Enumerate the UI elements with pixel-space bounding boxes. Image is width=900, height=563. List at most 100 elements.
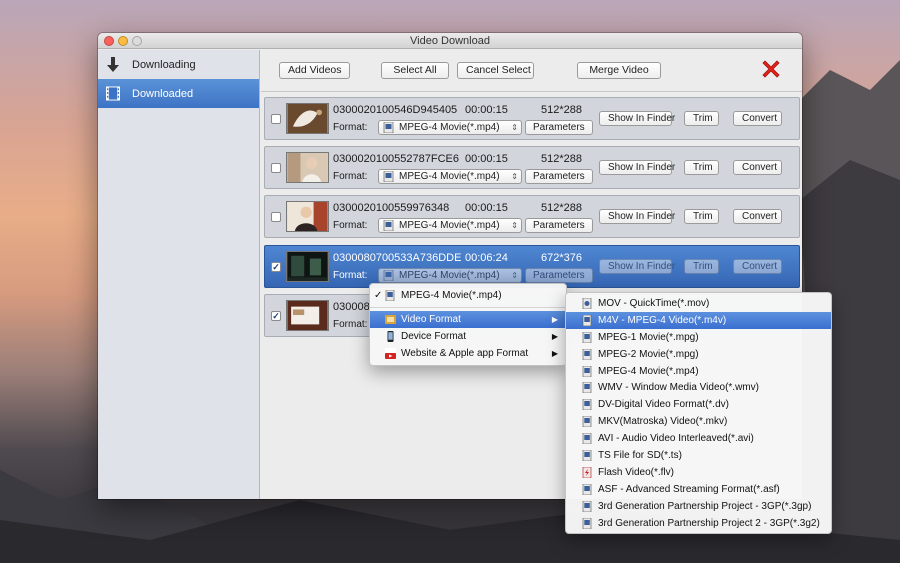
row-checkbox[interactable] [271, 212, 281, 222]
format-select[interactable]: MPEG-4 Movie(*.mp4) ⇕ [378, 120, 522, 135]
toolbar: Add Videos Select All Cancel Select Merg… [261, 50, 802, 92]
parameters-button[interactable]: Parameters [525, 169, 593, 184]
convert-button[interactable]: Convert [733, 259, 782, 274]
parameters-button[interactable]: Parameters [525, 120, 593, 135]
sidebar-item-label: Downloading [132, 58, 196, 71]
show-in-finder-button[interactable]: Show In Finder [599, 209, 675, 224]
menu-item-mpeg4[interactable]: ✓ MPEG-4 Movie(*.mp4) [370, 287, 566, 304]
submenu-item-3g2[interactable]: 3rd Generation Partnership Project 2 - 3… [566, 515, 831, 532]
asf-file-icon [582, 483, 592, 495]
mp4-file-icon [383, 270, 394, 281]
3g2-file-icon [582, 517, 592, 529]
video-row-selected[interactable]: ✓ 0300080700533A736DDE 00:06:24 672*376 Fo… [264, 245, 800, 288]
mp4-file-icon [383, 171, 394, 182]
video-info: 0300020100552787FCE6 00:00:15 512*288 [333, 153, 582, 165]
wmv-file-icon [582, 382, 592, 394]
submenu-arrow-icon: ▶ [551, 332, 558, 341]
window-controls [104, 36, 142, 46]
submenu-item-mkv[interactable]: MKV(Matroska) Video(*.mkv) [566, 413, 831, 430]
updown-arrow-icon: ⇕ [511, 172, 518, 181]
trim-button[interactable]: Trim [684, 209, 719, 224]
show-in-finder-button[interactable]: Show In Finder [599, 160, 675, 175]
3gp-file-icon [582, 500, 592, 512]
film-icon [106, 86, 120, 102]
zoom-window-button[interactable] [132, 36, 142, 46]
row-checkbox[interactable] [271, 163, 281, 173]
menu-item-website-format[interactable]: Website & Apple app Format ▶ [370, 345, 566, 362]
sidebar: Downloading Downloaded [98, 50, 260, 499]
ts-file-icon [582, 450, 592, 462]
convert-button[interactable]: Convert [733, 111, 782, 126]
submenu-item-wmv[interactable]: WMV - Window Media Video(*.wmv) [566, 379, 831, 396]
mp4-file-icon [383, 122, 394, 133]
trim-button[interactable]: Trim [684, 259, 719, 274]
video-row[interactable]: 0300020100559976348 00:00:15 512*288 Forma… [264, 195, 800, 238]
format-select[interactable]: MPEG-4 Movie(*.mp4) ⇕ [378, 268, 522, 283]
close-window-button[interactable] [104, 36, 114, 46]
trim-button[interactable]: Trim [684, 160, 719, 175]
menu-item-video-format[interactable]: Video Format ▶ [370, 311, 566, 328]
submenu-item-dv[interactable]: DV-Digital Video Format(*.dv) [566, 396, 831, 413]
video-thumbnail [286, 152, 329, 183]
phone-icon [387, 331, 394, 342]
red-x-icon[interactable] [760, 58, 782, 80]
submenu-item-flv[interactable]: Flash Video(*.flv) [566, 464, 831, 481]
updown-arrow-icon: ⇕ [511, 221, 518, 230]
format-label: Format: [333, 220, 368, 231]
mp4-file-icon [383, 220, 394, 231]
video-row[interactable]: 0300020100552787FCE6 00:00:15 512*288 Form… [264, 146, 800, 189]
merge-video-button[interactable]: Merge Video [577, 62, 661, 79]
sidebar-item-label: Downloaded [132, 87, 194, 100]
select-all-button[interactable]: Select All [381, 62, 449, 79]
submenu-item-mpeg2[interactable]: MPEG-2 Movie(*.mpg) [566, 346, 831, 363]
convert-button[interactable]: Convert [733, 160, 782, 175]
video-info: 0300020100559976348 00:00:15 512*288 [333, 202, 582, 214]
submenu-item-mpeg1[interactable]: MPEG-1 Movie(*.mpg) [566, 329, 831, 346]
mp4-file-icon [385, 290, 395, 301]
show-in-finder-button[interactable]: Show In Finder [599, 259, 675, 274]
format-label: Format: [333, 270, 368, 281]
trim-button[interactable]: Trim [684, 111, 719, 126]
minimize-window-button[interactable] [118, 36, 128, 46]
format-menu: ✓ MPEG-4 Movie(*.mp4) Video Format ▶ Dev… [369, 283, 567, 366]
video-format-icon [385, 315, 396, 324]
row-checkbox-checked[interactable]: ✓ [271, 311, 281, 321]
show-in-finder-button[interactable]: Show In Finder [599, 111, 675, 126]
sidebar-item-downloaded[interactable]: Downloaded [98, 79, 259, 108]
cancel-select-button[interactable]: Cancel Select [457, 62, 534, 79]
video-format-submenu: MOV - QuickTime(*.mov) M4V - MPEG-4 Vide… [565, 292, 832, 535]
submenu-item-avi[interactable]: AVI - Audio Video Interleaved(*.avi) [566, 430, 831, 447]
submenu-item-m4v[interactable]: M4V - MPEG-4 Video(*.m4v) [566, 311, 831, 329]
video-thumbnail [286, 103, 329, 134]
submenu-item-asf[interactable]: ASF - Advanced Streaming Format(*.asf) [566, 481, 831, 498]
download-arrow-icon [106, 56, 120, 73]
submenu-item-ts[interactable]: TS File for SD(*.ts) [566, 447, 831, 464]
row-checkbox[interactable] [271, 114, 281, 124]
submenu-item-3gp[interactable]: 3rd Generation Partnership Project - 3GP… [566, 498, 831, 515]
mpg-file-icon [582, 331, 592, 343]
dv-file-icon [582, 399, 592, 411]
sidebar-item-downloading[interactable]: Downloading [98, 50, 259, 79]
updown-arrow-icon: ⇕ [511, 123, 518, 132]
menu-item-device-format[interactable]: Device Format ▶ [370, 328, 566, 345]
checkmark-icon: ✓ [374, 290, 383, 301]
video-row[interactable]: 0300020100546D945405 00:00:15 512*288 Form… [264, 97, 800, 140]
menu-separator [370, 307, 566, 308]
format-label: Format: [333, 319, 368, 330]
parameters-button[interactable]: Parameters [525, 268, 593, 283]
submenu-item-mov[interactable]: MOV - QuickTime(*.mov) [566, 295, 831, 312]
avi-file-icon [582, 433, 592, 445]
youtube-icon [385, 348, 396, 359]
submenu-arrow-icon: ▶ [551, 315, 558, 324]
format-select[interactable]: MPEG-4 Movie(*.mp4) ⇕ [378, 169, 522, 184]
add-videos-button[interactable]: Add Videos [279, 62, 350, 79]
format-select[interactable]: MPEG-4 Movie(*.mp4) ⇕ [378, 218, 522, 233]
parameters-button[interactable]: Parameters [525, 218, 593, 233]
submenu-item-mpeg4[interactable]: MPEG-4 Movie(*.mp4) [566, 363, 831, 380]
mpg-file-icon [582, 348, 592, 360]
updown-arrow-icon: ⇕ [511, 271, 518, 280]
video-info: 0300020100546D945405 00:00:15 512*288 [333, 104, 582, 116]
row-checkbox-checked[interactable]: ✓ [271, 262, 281, 272]
convert-button[interactable]: Convert [733, 209, 782, 224]
mov-file-icon [582, 298, 592, 309]
